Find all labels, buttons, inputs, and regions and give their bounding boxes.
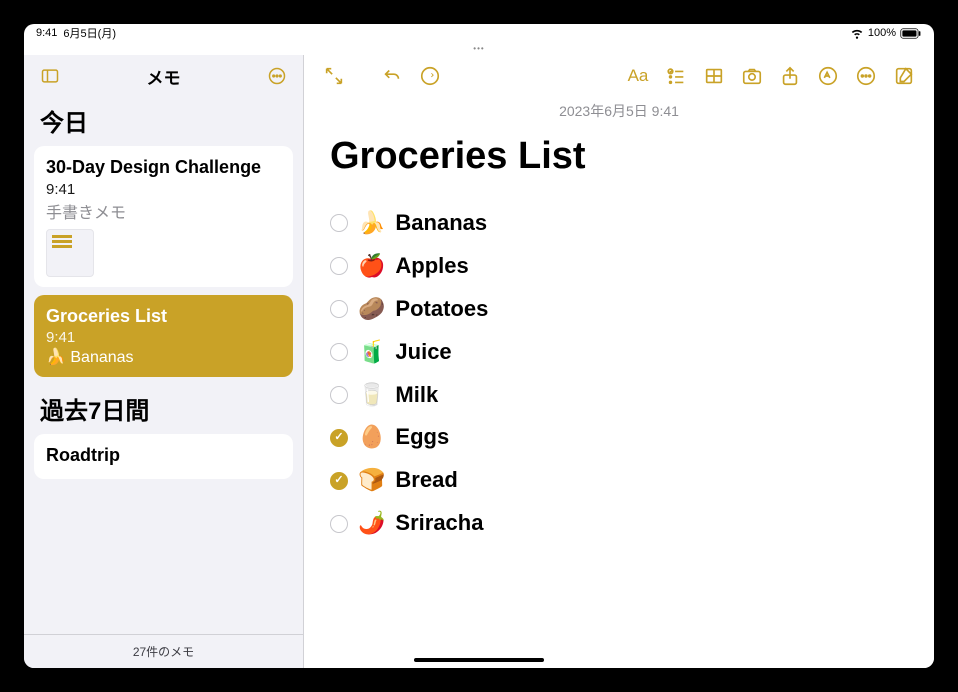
section-header: 過去7日間 <box>34 385 293 434</box>
sidebar-title: メモ <box>64 64 263 89</box>
main-content: メモ 今日30-Day Design Challenge9:41手書きメモGro… <box>24 55 934 668</box>
markup-button[interactable] <box>810 60 846 92</box>
battery-percent: 100% <box>868 27 896 39</box>
table-button[interactable] <box>696 60 732 92</box>
undo-button[interactable] <box>374 60 410 92</box>
more-button[interactable] <box>848 60 884 92</box>
note-item-title: 30-Day Design Challenge <box>46 156 281 179</box>
sidebar-toolbar: メモ <box>24 55 303 97</box>
multitask-indicator[interactable]: ••• <box>24 42 934 55</box>
checklist-item[interactable]: 🥚Eggs <box>330 416 908 459</box>
home-indicator[interactable] <box>414 658 544 662</box>
text-style-button[interactable]: Aa <box>620 60 656 92</box>
item-label: Eggs <box>395 416 449 459</box>
note-item-title: Roadtrip <box>46 444 281 467</box>
note-item[interactable]: Groceries List9:41🍌 Bananas <box>34 295 293 378</box>
checklist-item[interactable]: 🍞Bread <box>330 459 908 502</box>
item-label: Bananas <box>395 202 487 245</box>
check-circle[interactable] <box>330 300 348 318</box>
note-item[interactable]: 30-Day Design Challenge 9:41手書きメモ <box>34 146 293 287</box>
status-left: 9:41 6月5日(月) <box>36 25 116 41</box>
note-item[interactable]: Roadtrip <box>34 434 293 479</box>
redo-button[interactable] <box>412 60 448 92</box>
expand-button[interactable] <box>316 60 352 92</box>
sidebar-footer: 27件のメモ <box>24 634 303 668</box>
checklist-item[interactable]: 🌶️Sriracha <box>330 502 908 545</box>
item-emoji: 🥚 <box>358 416 385 459</box>
item-label: Milk <box>395 374 438 417</box>
item-label: Potatoes <box>395 288 488 331</box>
item-label: Sriracha <box>395 502 483 545</box>
check-circle[interactable] <box>330 343 348 361</box>
checklist-item[interactable]: 🍌Bananas <box>330 202 908 245</box>
editor-toolbar: Aa <box>304 55 934 97</box>
item-label: Juice <box>395 331 451 374</box>
item-label: Bread <box>395 459 457 502</box>
section-header: 今日 <box>34 97 293 146</box>
note-item-time: 9:41 <box>46 329 281 346</box>
checklist-item[interactable]: 🥛Milk <box>330 374 908 417</box>
camera-button[interactable] <box>734 60 770 92</box>
battery-icon <box>900 28 922 39</box>
checklist: 🍌Bananas🍎Apples🥔Potatoes🧃Juice🥛Milk🥚Eggs… <box>330 202 908 545</box>
check-circle[interactable] <box>330 257 348 275</box>
status-date: 6月5日(月) <box>63 25 116 41</box>
item-emoji: 🥔 <box>358 288 385 331</box>
note-thumbnail <box>46 229 94 277</box>
status-time: 9:41 <box>36 27 57 39</box>
check-circle[interactable] <box>330 472 348 490</box>
note-title[interactable]: Groceries List <box>330 135 908 178</box>
ipad-frame: 9:41 6月5日(月) 100% ••• <box>0 0 958 692</box>
more-options-button[interactable] <box>263 62 291 90</box>
screen: 9:41 6月5日(月) 100% ••• <box>24 24 934 668</box>
sidebar-toggle-button[interactable] <box>36 62 64 90</box>
note-item-subtitle: 🍌 Bananas <box>46 347 281 367</box>
item-emoji: 🥛 <box>358 374 385 417</box>
share-button[interactable] <box>772 60 808 92</box>
check-circle[interactable] <box>330 429 348 447</box>
checklist-item[interactable]: 🧃Juice <box>330 331 908 374</box>
editor-body[interactable]: Groceries List 🍌Bananas🍎Apples🥔Potatoes🧃… <box>304 125 934 668</box>
text-style-label: Aa <box>628 66 649 86</box>
status-right: 100% <box>850 26 922 40</box>
sidebar: メモ 今日30-Day Design Challenge9:41手書きメモGro… <box>24 55 304 668</box>
status-bar: 9:41 6月5日(月) 100% <box>24 24 934 42</box>
item-label: Apples <box>395 245 468 288</box>
note-item-subtitle: 手書きメモ <box>46 199 281 223</box>
check-circle[interactable] <box>330 515 348 533</box>
checklist-item[interactable]: 🥔Potatoes <box>330 288 908 331</box>
editor: Aa <box>304 55 934 668</box>
editor-date: 2023年6月5日 9:41 <box>304 97 934 125</box>
wifi-icon <box>850 26 864 40</box>
item-emoji: 🍞 <box>358 459 385 502</box>
sidebar-sections[interactable]: 今日30-Day Design Challenge9:41手書きメモGrocer… <box>24 97 303 634</box>
note-item-title: Groceries List <box>46 305 281 328</box>
check-circle[interactable] <box>330 386 348 404</box>
note-item-time: 9:41 <box>46 181 281 198</box>
checklist-item[interactable]: 🍎Apples <box>330 245 908 288</box>
item-emoji: 🍎 <box>358 245 385 288</box>
item-emoji: 🍌 <box>358 202 385 245</box>
check-circle[interactable] <box>330 214 348 232</box>
item-emoji: 🧃 <box>358 331 385 374</box>
compose-button[interactable] <box>886 60 922 92</box>
checklist-button[interactable] <box>658 60 694 92</box>
item-emoji: 🌶️ <box>358 502 385 545</box>
